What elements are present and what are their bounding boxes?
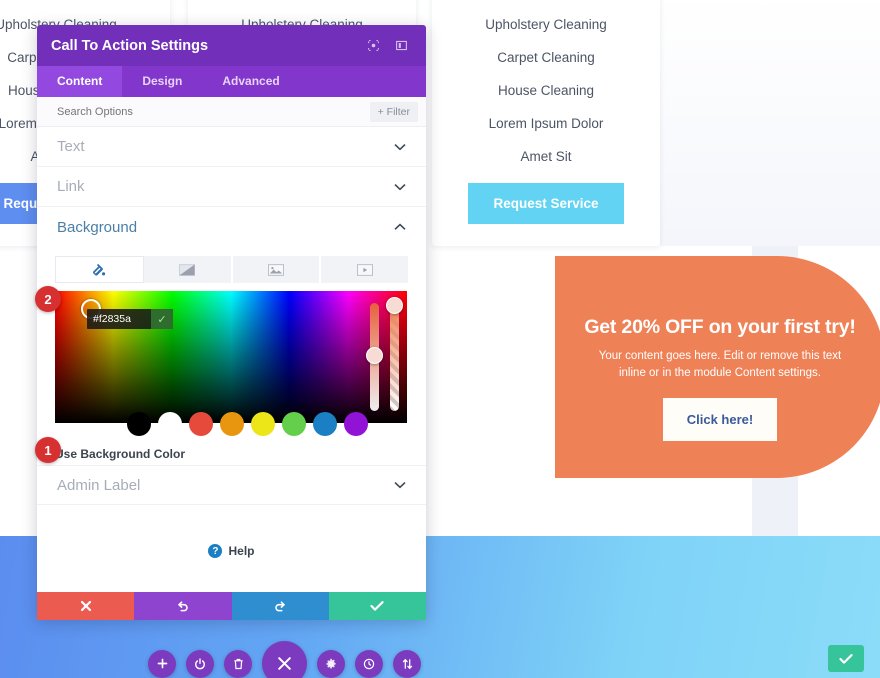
service-item: Lorem Ipsum Dolor (488, 116, 604, 131)
promo-click-here-button[interactable]: Click here! (662, 398, 778, 441)
tab-content[interactable]: Content (37, 66, 123, 97)
accordion-link-label: Link (57, 178, 85, 195)
promo-title: Get 20% OFF on your first try! (584, 316, 856, 338)
background-type-tabs (55, 256, 408, 283)
tab-advanced[interactable]: Advanced (202, 66, 299, 97)
help-label: Help (228, 544, 255, 558)
search-input[interactable] (57, 105, 370, 118)
save-button[interactable] (328, 592, 426, 620)
builder-floating-toolbar (148, 641, 421, 678)
background-video-tab[interactable] (321, 256, 408, 283)
swatch-blue[interactable] (313, 412, 337, 436)
request-service-button[interactable]: Request Service (468, 183, 624, 224)
callout-badge-1: 1 (35, 437, 61, 463)
accordion-background[interactable]: Background (37, 207, 426, 247)
accordion-background-label: Background (57, 218, 138, 236)
call-to-action-settings-modal: Call To Action Settings Content Design A… (37, 25, 426, 620)
modal-title-bar: Call To Action Settings (37, 25, 426, 66)
accordion-admin-label[interactable]: Admin Label (37, 465, 426, 505)
accordion-text[interactable]: Text (37, 127, 426, 167)
accordion-link[interactable]: Link (37, 167, 426, 207)
help-icon: ? (208, 544, 223, 558)
search-bar: + Filter (37, 97, 426, 127)
background-image-tab[interactable] (232, 256, 322, 283)
background-gradient-tab[interactable] (143, 256, 233, 283)
modal-tabs: Content Design Advanced (37, 66, 426, 97)
alpha-slider[interactable] (386, 297, 403, 411)
modal-title: Call To Action Settings (51, 37, 209, 54)
use-background-color-label: Use Background Color (55, 447, 186, 461)
color-picker: ✓ (55, 291, 408, 436)
hex-confirm-button[interactable]: ✓ (151, 309, 173, 329)
trash-icon[interactable] (224, 649, 252, 678)
focus-icon[interactable] (362, 35, 384, 57)
modal-action-bar (37, 592, 426, 620)
service-item: Upholstery Cleaning (485, 17, 607, 32)
swatch-orange[interactable] (220, 412, 244, 436)
right-panel-area (660, 0, 880, 246)
service-column-3: Upholstery Cleaning Carpet Cleaning Hous… (432, 0, 660, 246)
saturation-area[interactable]: ✓ (55, 291, 407, 423)
chevron-up-icon (394, 223, 406, 231)
background-color-fill-tab[interactable] (55, 256, 144, 283)
hex-color-input[interactable] (87, 313, 151, 325)
sort-icon[interactable] (393, 649, 421, 678)
screen: Upholstery Cleaning Carpet Cleaning Hous… (0, 0, 880, 678)
swatch-purple[interactable] (344, 412, 368, 436)
add-icon[interactable] (148, 649, 176, 678)
alpha-slider-knob[interactable] (386, 297, 403, 314)
power-icon[interactable] (186, 649, 214, 678)
swatch-black[interactable] (127, 412, 151, 436)
tab-design[interactable]: Design (122, 66, 202, 97)
undo-button[interactable] (134, 592, 232, 620)
promo-cta-card: Get 20% OFF on your first try! Your cont… (555, 256, 880, 478)
help-link[interactable]: ? Help (37, 544, 426, 558)
chevron-down-icon (394, 183, 406, 191)
swatch-yellow[interactable] (251, 412, 275, 436)
redo-button[interactable] (231, 592, 329, 620)
hex-color-field: ✓ (87, 309, 173, 329)
hue-slider-knob[interactable] (366, 347, 383, 364)
accordion-text-label: Text (57, 138, 85, 155)
swatch-green[interactable] (282, 412, 306, 436)
preset-swatches (127, 412, 368, 436)
swatch-red[interactable] (189, 412, 213, 436)
promo-body: Your content goes here. Edit or remove t… (598, 350, 842, 379)
chevron-down-icon (394, 143, 406, 151)
history-icon[interactable] (355, 649, 383, 678)
admin-label-text: Admin Label (57, 476, 141, 494)
layout-icon[interactable] (390, 35, 412, 57)
callout-badge-2: 2 (35, 286, 61, 312)
chevron-down-icon (394, 481, 406, 489)
close-icon[interactable] (262, 641, 307, 678)
service-item: House Cleaning (497, 83, 595, 98)
cancel-button[interactable] (37, 592, 135, 620)
filter-button[interactable]: + Filter (369, 101, 418, 122)
service-item: Amet Sit (520, 149, 572, 164)
confirm-button[interactable] (828, 645, 864, 672)
swatch-white[interactable] (158, 412, 182, 436)
service-item: Carpet Cleaning (497, 50, 595, 65)
hue-slider[interactable] (366, 303, 383, 411)
gear-icon[interactable] (317, 649, 345, 678)
